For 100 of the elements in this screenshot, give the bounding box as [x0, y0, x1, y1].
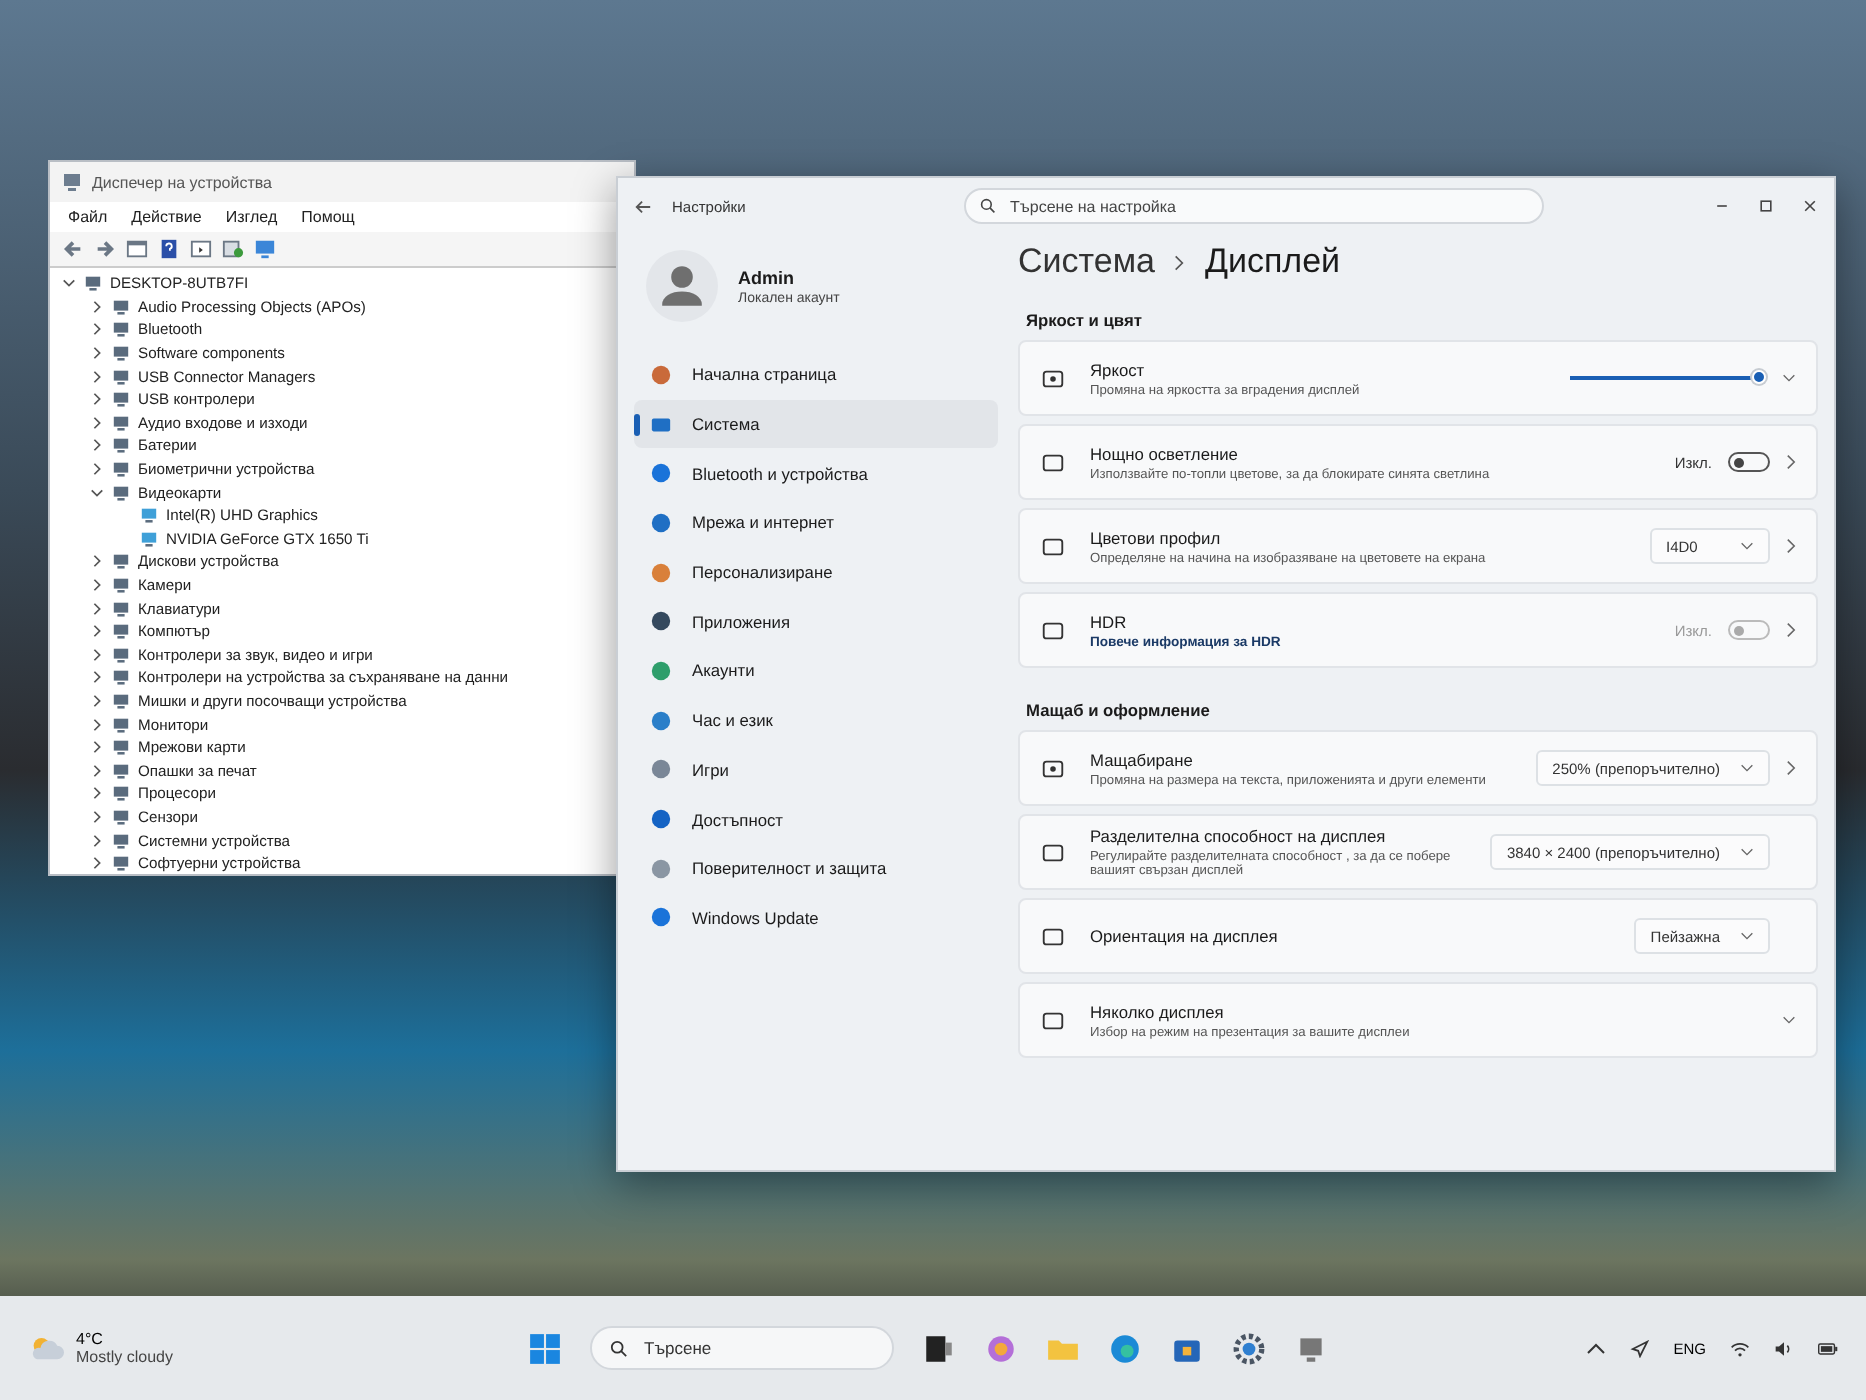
expand-caret-icon[interactable] [90, 670, 104, 685]
expand-caret-icon[interactable] [90, 601, 104, 616]
volume-icon[interactable] [1774, 1339, 1794, 1357]
device-icon [112, 436, 130, 455]
expand-caret-icon[interactable] [90, 717, 104, 732]
setting-title: Цветови профил [1090, 527, 1223, 547]
expand-caret-icon[interactable] [90, 763, 104, 778]
back-arrow-icon[interactable] [634, 197, 652, 215]
setting-title: Нощно осветление [1090, 443, 1240, 463]
forward-arrow-icon[interactable] [94, 238, 116, 260]
page-title: Дисплей [1204, 242, 1341, 282]
chevron-right-icon[interactable] [1786, 454, 1796, 470]
back-arrow-icon[interactable] [62, 238, 84, 260]
nav-item[interactable]: Начална страница [634, 350, 998, 400]
device-icon [140, 529, 158, 548]
device-icon [112, 807, 130, 826]
nav-item[interactable]: Мрежа и интернет [634, 498, 998, 548]
driver-icon[interactable] [190, 238, 212, 260]
copilot-icon[interactable] [984, 1331, 1018, 1365]
expand-caret-icon[interactable] [90, 438, 104, 453]
setting-title: Няколко дисплея [1090, 1001, 1226, 1021]
taskbar-search-field[interactable]: Търсене [590, 1326, 894, 1370]
menu-item[interactable]: Файл [58, 204, 118, 230]
device-icon [140, 506, 158, 525]
monitor-icon[interactable] [254, 238, 276, 260]
help-icon[interactable] [158, 238, 180, 260]
gear-icon[interactable] [1232, 1331, 1266, 1365]
expand-caret-icon[interactable] [90, 322, 104, 337]
setting-title: HDR [1090, 611, 1129, 631]
expand-caret-icon[interactable] [90, 833, 104, 848]
user-name: Admin [738, 267, 796, 287]
task-view-icon[interactable] [922, 1331, 956, 1365]
nav-item[interactable]: Bluetooth и устройства [634, 448, 998, 499]
expand-caret-icon[interactable] [90, 786, 104, 801]
chevron-right-icon[interactable] [1786, 760, 1796, 776]
search-icon [610, 1339, 628, 1357]
chevron-right-icon[interactable] [1786, 538, 1796, 554]
device-icon [112, 784, 130, 803]
chevron-down-icon [1740, 848, 1754, 856]
device-icon [112, 483, 130, 502]
chevron-up-icon[interactable] [1585, 1339, 1606, 1357]
nav-item[interactable]: Система [634, 399, 998, 449]
nav-item[interactable]: Windows Update [634, 893, 998, 943]
device-icon [112, 576, 130, 595]
search-icon [980, 198, 996, 214]
menu-item[interactable]: Действие [121, 204, 212, 230]
expand-caret-icon[interactable] [90, 392, 104, 407]
device-icon [112, 761, 130, 780]
expand-caret-icon[interactable] [90, 578, 104, 593]
setting-title: Ориентация на дисплея [1090, 926, 1280, 946]
nav-item[interactable]: Достъпност [634, 794, 998, 844]
nav-item[interactable]: Поверителност и защита [634, 843, 998, 894]
expand-caret-icon[interactable] [90, 369, 104, 384]
properties-icon[interactable] [126, 238, 148, 260]
search-field[interactable]: Търсене на настройка [964, 188, 1544, 224]
expand-caret-icon[interactable] [90, 346, 104, 361]
close-icon[interactable] [1802, 198, 1818, 214]
expand-caret-icon[interactable] [90, 856, 104, 871]
expand-caret-icon[interactable] [90, 554, 104, 569]
expand-caret-icon[interactable] [90, 809, 104, 824]
device-icon [112, 460, 130, 479]
breadcrumb-parent[interactable]: Система [1018, 242, 1155, 282]
nav-item[interactable]: Персонализиране [634, 547, 998, 597]
expand-caret-icon[interactable] [90, 647, 104, 662]
expand-caret-icon[interactable] [90, 693, 104, 708]
device-icon [112, 390, 130, 409]
device-icon [112, 738, 130, 757]
start-icon[interactable] [528, 1331, 562, 1365]
chevron-down-icon [1740, 542, 1754, 550]
chevron-down-icon [1740, 764, 1754, 772]
device-icon [112, 297, 130, 316]
menu-item[interactable]: Помощ [291, 204, 365, 230]
expand-caret-icon[interactable] [90, 624, 104, 639]
chevron-down-icon[interactable] [1782, 374, 1796, 382]
chevron-right-icon [1174, 253, 1185, 271]
computer-icon [62, 172, 82, 192]
chevron-down-icon[interactable] [1782, 1016, 1796, 1024]
nav-item[interactable]: Час и език [634, 695, 998, 745]
nav-item[interactable]: Игри [634, 745, 998, 795]
collapse-caret-icon[interactable] [90, 485, 104, 500]
expand-caret-icon[interactable] [90, 740, 104, 755]
setting-title: Разделителна способност на дисплея [1090, 826, 1388, 846]
collapse-caret-icon[interactable] [62, 276, 76, 291]
maximize-icon[interactable] [1758, 198, 1774, 214]
device-icon [112, 413, 130, 432]
temperature: 4°C [76, 1330, 105, 1348]
device-icon [112, 715, 130, 734]
device-icon [112, 622, 130, 641]
expand-caret-icon[interactable] [90, 299, 104, 314]
device-icon [112, 668, 130, 687]
browser-icon[interactable] [1108, 1331, 1142, 1365]
battery-icon[interactable] [1818, 1339, 1838, 1357]
location-icon[interactable] [1629, 1339, 1650, 1357]
expand-caret-icon[interactable] [90, 415, 104, 430]
menu-item[interactable]: Изглед [215, 204, 288, 230]
toggle-switch[interactable] [1728, 452, 1770, 472]
expand-caret-icon[interactable] [90, 462, 104, 477]
nav-item[interactable]: Акаунти [634, 646, 998, 696]
section-heading: Мащаб и оформление [1026, 700, 1212, 720]
nav-item[interactable]: Приложения [634, 596, 998, 647]
